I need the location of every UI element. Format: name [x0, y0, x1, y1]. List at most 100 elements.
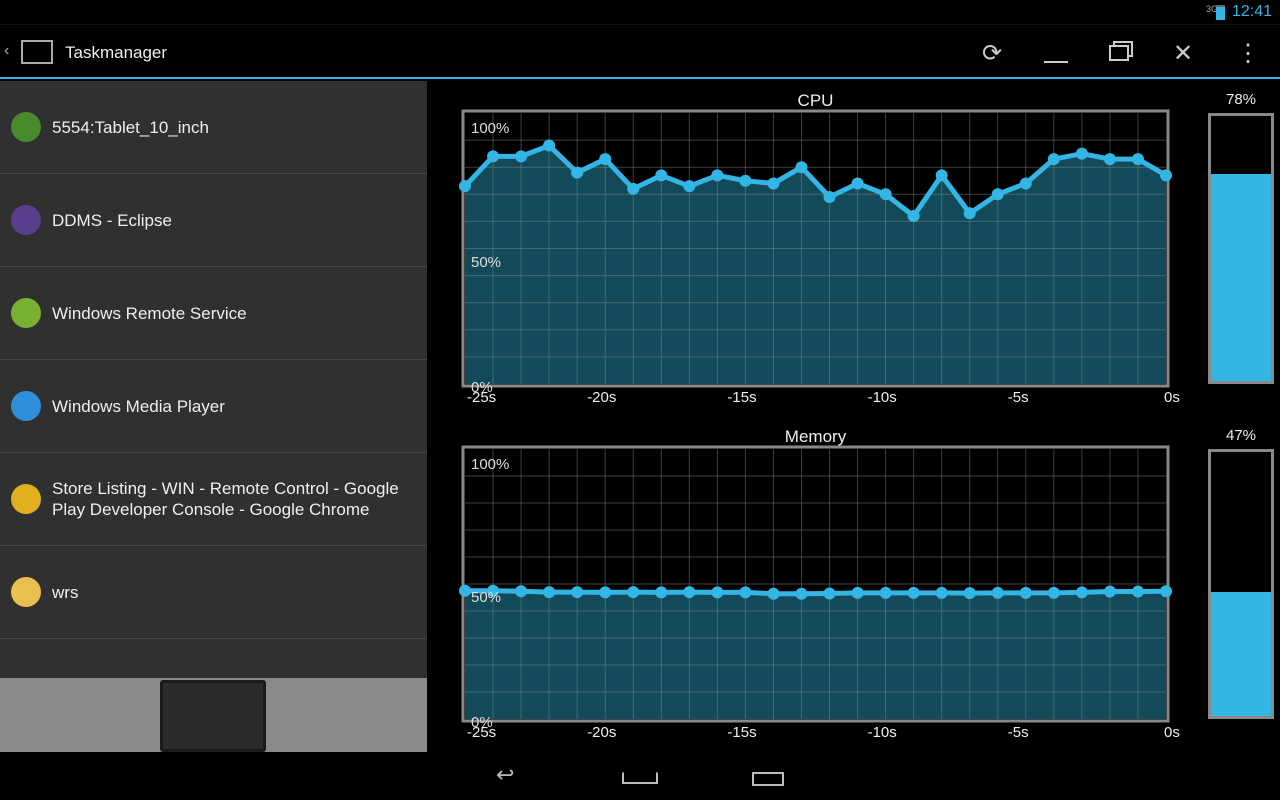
data-point [767, 177, 780, 190]
x-tick-label: -15s [727, 389, 757, 406]
data-point [739, 174, 752, 187]
x-tick-label: -10s [867, 389, 897, 406]
home-nav-icon[interactable] [622, 768, 658, 784]
cpu-usage-bar [1208, 113, 1274, 384]
navigation-bar: ↩ [0, 752, 1280, 800]
data-point [991, 188, 1004, 201]
y-tick-label: 50% [471, 589, 502, 606]
drag-handle[interactable] [160, 680, 266, 752]
current-usage-label: 47% [1225, 427, 1257, 444]
x-tick-label: -20s [587, 389, 617, 406]
window-title: Windows Remote Service [52, 303, 247, 323]
recents-nav-icon[interactable] [752, 772, 784, 786]
list-item[interactable]: DDMS - Eclipse [0, 174, 427, 267]
data-point [1160, 585, 1172, 598]
restore-button[interactable] [1099, 36, 1139, 70]
data-point [487, 150, 500, 163]
data-point [767, 587, 780, 600]
restore-icon [1109, 45, 1129, 61]
chrome-icon [11, 484, 41, 514]
data-point [1103, 585, 1116, 598]
data-point [907, 586, 920, 599]
list-item[interactable]: Windows Remote Service [0, 267, 427, 360]
minimize-button[interactable] [1036, 36, 1076, 70]
overflow-menu-button[interactable]: ⋮ [1228, 36, 1268, 70]
data-point [459, 180, 471, 193]
usage-fill [1211, 174, 1271, 381]
memory-usage-bar [1208, 449, 1274, 719]
x-tick-label: -20s [587, 724, 617, 741]
android-emulator-icon [11, 112, 41, 142]
x-tick-label: -10s [867, 724, 897, 741]
data-point [655, 169, 668, 182]
close-icon: ✕ [1172, 39, 1194, 67]
data-point [1160, 169, 1172, 182]
y-tick-label: 100% [471, 456, 510, 473]
data-point [1131, 153, 1144, 166]
data-point [879, 586, 892, 599]
y-tick-label: 50% [471, 253, 502, 271]
data-point [1047, 153, 1060, 166]
windows-remote-icon [11, 298, 41, 328]
taskmanager-app-icon[interactable] [21, 40, 53, 64]
y-tick-label: 100% [471, 120, 510, 137]
x-tick-label: -15s [727, 724, 757, 741]
data-point [879, 188, 892, 201]
list-item[interactable]: wrs [0, 546, 427, 639]
data-point [599, 586, 612, 599]
data-point [571, 586, 584, 599]
data-point [543, 139, 556, 152]
data-point [711, 169, 724, 182]
area-fill [465, 590, 1166, 719]
series-line [463, 143, 1168, 219]
list-item[interactable]: Store Listing - WIN - Remote Control - G… [0, 453, 427, 546]
data-point [935, 169, 948, 182]
data-point [907, 209, 920, 222]
data-point [963, 587, 976, 600]
data-point [795, 587, 808, 600]
data-point [515, 150, 528, 163]
x-tick-label: -5s [1007, 389, 1029, 406]
data-point [851, 177, 864, 190]
app-title: Taskmanager [65, 43, 168, 62]
data-point [711, 586, 724, 599]
data-point [571, 166, 584, 179]
data-point [683, 180, 696, 193]
x-tick-label: 0s [1164, 389, 1180, 406]
data-point [515, 585, 528, 598]
refresh-button[interactable]: ⟳ [972, 36, 1012, 70]
close-button[interactable]: ✕ [1163, 36, 1203, 70]
refresh-icon: ⟳ [981, 39, 1003, 67]
chart-title: Memory [784, 427, 847, 446]
x-tick-label: -5s [1007, 724, 1029, 741]
folder-icon [11, 577, 41, 607]
plot-frame [461, 109, 1170, 388]
data-point [823, 587, 836, 600]
data-point [1047, 586, 1060, 599]
series-line [465, 588, 1167, 597]
usage-fill [1211, 591, 1271, 716]
data-point [543, 586, 556, 599]
clock: 12:41 [1231, 3, 1272, 20]
window-list[interactable]: 5554:Tablet_10_inch DDMS - Eclipse Windows… [0, 81, 427, 678]
minimize-icon [1044, 61, 1068, 63]
overflow-icon: ⋮ [1236, 39, 1260, 67]
list-item[interactable] [0, 639, 427, 678]
window-title: Store Listing - WIN - Remote Control - G… [52, 479, 399, 519]
x-tick-label: 0s [1164, 724, 1180, 741]
data-point [963, 207, 976, 220]
chart-title: CPU [797, 91, 834, 110]
data-point [1019, 586, 1032, 599]
data-point [599, 153, 612, 166]
up-caret-icon[interactable]: ‹ [4, 42, 9, 60]
data-point [935, 586, 948, 599]
eclipse-icon [11, 205, 41, 235]
list-item[interactable]: 5554:Tablet_10_inch [0, 81, 427, 174]
back-nav-icon[interactable]: ↩ [496, 762, 514, 788]
window-title: wrs [52, 582, 79, 602]
list-item[interactable]: Windows Media Player [0, 360, 427, 453]
status-bar: 3G 12:41 [0, 0, 1280, 25]
data-point [627, 586, 640, 599]
action-bar: ‹ Taskmanager ⟳ ✕ ⋮ [0, 26, 1280, 79]
window-title: DDMS - Eclipse [52, 210, 172, 230]
